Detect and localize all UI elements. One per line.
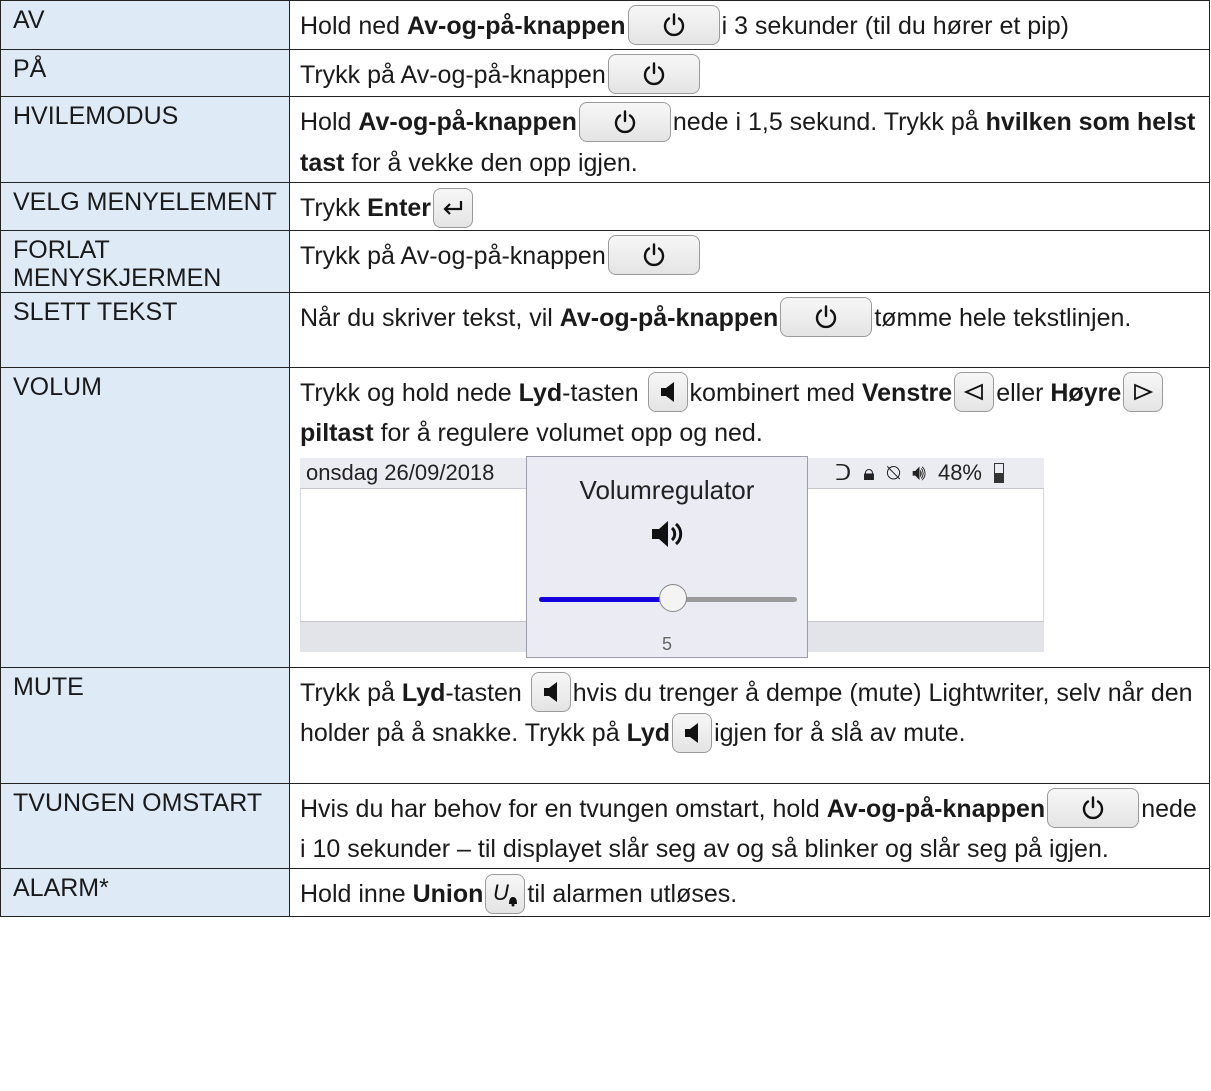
row-label: HVILEMODUS — [0, 96, 290, 184]
bold-text: Lyd — [518, 378, 563, 407]
bold-text: Enter — [367, 194, 432, 223]
volume-value: 5 — [661, 634, 672, 655]
volume-slider[interactable] — [539, 584, 797, 613]
table-row: TVUNGEN OMSTART Hvis du har behov for en … — [0, 782, 1210, 870]
row-description: Trykk på Av-og-på-knappen — [289, 229, 1210, 293]
speaker-icon: 🔊︎ — [912, 460, 926, 486]
enter-key-icon — [433, 187, 474, 228]
right-arrow-key-icon — [1123, 372, 1164, 413]
text: igjen for å slå av mute. — [714, 719, 966, 748]
text: Trykk og hold nede — [300, 378, 519, 407]
svg-text:U: U — [493, 880, 509, 905]
row-label: MUTE — [0, 666, 290, 784]
text: Trykk på Av-og-på-knappen — [300, 61, 606, 89]
text: Hvis du har behov for en tvungen omstart… — [300, 794, 827, 823]
power-key-icon — [1047, 788, 1140, 829]
row-label: SLETT TEKST — [0, 291, 290, 368]
left-arrow-key-icon — [954, 372, 995, 413]
row-description: Trykk Enter — [289, 182, 1210, 231]
sound-key-icon — [530, 672, 571, 713]
lock-icon: 🔒︎ — [863, 460, 875, 486]
table-row: FORLAT MENYSKJERMEN Trykk på Av-og-på-kna… — [0, 229, 1210, 293]
row-description: Hold inne Union Util alarmen utløses. — [289, 868, 1210, 917]
table-row: AV Hold ned Av-og-på-knappen i 3 sekunder … — [0, 0, 1210, 50]
table-row: VELG MENYELEMENT Trykk Enter — [0, 182, 1210, 231]
status-date: onsdag 26/09/2018 — [306, 460, 495, 486]
text: -tasten — [562, 378, 646, 407]
sound-key-icon — [672, 712, 713, 753]
text: Trykk — [300, 194, 368, 223]
bold-text: piltast — [300, 419, 374, 448]
no-alarm-icon: ⍉ — [886, 460, 901, 486]
row-description: Hvis du har behov for en tvungen omstart… — [289, 782, 1210, 870]
bold-text: Lyd — [626, 719, 671, 748]
row-label: PÅ — [0, 48, 290, 98]
row-description: Trykk og hold nede Lyd-tasten kombinert … — [289, 366, 1210, 668]
text: i 3 sekunder (til du hører et pip) — [721, 12, 1069, 40]
row-label: AV — [0, 0, 290, 50]
table-row: HVILEMODUS Hold Av-og-på-knappen nede i 1,… — [0, 96, 1210, 184]
table-row: SLETT TEKST Når du skriver tekst, vil Av-… — [0, 291, 1210, 368]
text: nede i 1,5 sekund. Trykk på — [672, 108, 986, 137]
union-key-icon: U — [485, 873, 526, 914]
row-description: Hold ned Av-og-på-knappen i 3 sekunder (t… — [289, 0, 1210, 50]
popup-title: Volumregulator — [579, 475, 755, 506]
text: Hold ned — [300, 12, 408, 40]
table-row: MUTE Trykk på Lyd-tasten hvis du trenger … — [0, 666, 1210, 784]
sound-key-icon — [647, 372, 688, 413]
text: Hold — [300, 108, 359, 137]
partial-icon: ᑐ — [835, 460, 852, 486]
speaker-icon — [527, 519, 807, 559]
table-row: PÅ Trykk på Av-og-på-knappen — [0, 48, 1210, 98]
bold-text: Av-og-på-knappen — [826, 794, 1046, 823]
bold-text: Av-og-på-knappen — [559, 303, 779, 332]
row-label: FORLAT MENYSKJERMEN — [0, 229, 290, 293]
text: Trykk på — [300, 678, 402, 707]
row-description: Trykk på Lyd-tasten hvis du trenger å de… — [289, 666, 1210, 784]
bold-text: Av-og-på-knappen — [407, 12, 626, 40]
text: tømme hele tekstlinjen. — [874, 303, 1132, 332]
volume-screenshot: onsdag 26/09/2018 ᑐ 🔒︎ ⍉ 🔊︎ 48% Volumreg… — [300, 456, 1044, 659]
text: for å regulere volumet opp og ned. — [373, 419, 763, 448]
text: til alarmen utløses. — [527, 880, 738, 909]
power-key-icon — [578, 101, 671, 142]
bold-text: Av-og-på-knappen — [358, 108, 577, 137]
text: -tasten — [445, 678, 529, 707]
power-key-icon — [627, 5, 720, 46]
text: for å vekke den opp igjen. — [344, 148, 638, 177]
table-row: VOLUM Trykk og hold nede Lyd-tasten kombi… — [0, 366, 1210, 668]
power-key-icon — [780, 297, 873, 338]
bold-text: Venstre — [861, 378, 953, 407]
power-key-icon — [607, 235, 700, 276]
bold-text: Union — [412, 880, 484, 909]
volume-popup: Volumregulator 5 — [526, 456, 808, 659]
row-label: TVUNGEN OMSTART — [0, 782, 290, 870]
text: Trykk på Av-og-på-knappen — [300, 241, 606, 270]
slider-thumb[interactable] — [659, 584, 687, 613]
power-key-icon — [607, 54, 700, 95]
row-description: Når du skriver tekst, vil Av-og-på-knapp… — [289, 291, 1210, 368]
battery-percent: 48% — [937, 460, 982, 486]
bold-text: Lyd — [401, 678, 446, 707]
text: Når du skriver tekst, vil — [300, 303, 560, 332]
reference-table: AV Hold ned Av-og-på-knappen i 3 sekunder … — [0, 0, 1210, 917]
text: kombinert med — [689, 378, 862, 407]
text: eller — [996, 378, 1051, 407]
status-icons: ᑐ 🔒︎ ⍉ 🔊︎ 48% — [835, 458, 1004, 488]
bold-text: Høyre — [1050, 378, 1122, 407]
row-description: Trykk på Av-og-på-knappen — [289, 48, 1210, 98]
text: Hold inne — [300, 880, 413, 909]
table-row: ALARM* Hold inne Union Util alarmen utløse… — [0, 868, 1210, 917]
row-description: Hold Av-og-på-knappen nede i 1,5 sekund. … — [289, 96, 1210, 184]
row-label: ALARM* — [0, 868, 290, 917]
row-label: VELG MENYELEMENT — [0, 182, 290, 231]
row-label: VOLUM — [0, 366, 290, 668]
battery-icon — [994, 463, 1004, 484]
